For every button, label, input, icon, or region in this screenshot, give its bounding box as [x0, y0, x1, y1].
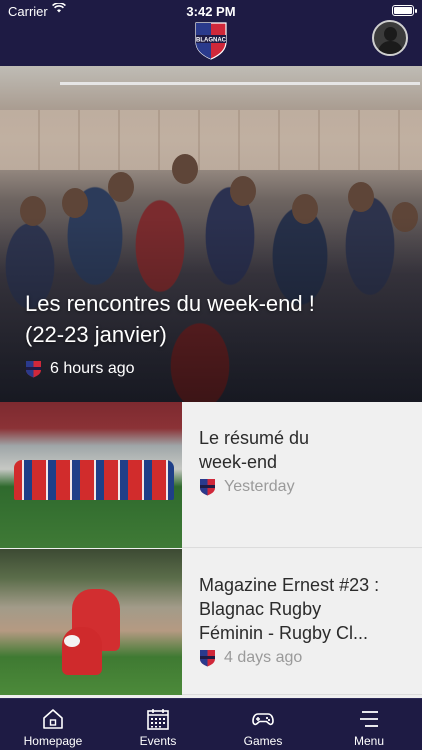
list-item[interactable]: Magazine Ernest #23 : Blagnac Rugby Fémi… [0, 549, 422, 695]
club-crest-icon [200, 479, 215, 496]
article-thumbnail [0, 402, 182, 548]
battery-icon [392, 5, 417, 16]
user-avatar-icon[interactable] [372, 20, 408, 56]
article-time: Yesterday [224, 478, 295, 495]
featured-title-line1: Les rencontres du week-end ! [25, 291, 315, 316]
article-thumbnail [0, 549, 182, 695]
app-header: Carrier 3:42 PM BLAGNAC [0, 0, 422, 66]
article-title-line1: Le résumé du [199, 428, 310, 448]
club-crest-icon [200, 650, 215, 667]
featured-title-line2: (22-23 janvier) [25, 322, 167, 347]
thumbnail-ball [64, 635, 80, 647]
tab-homepage[interactable]: Homepage [0, 699, 106, 750]
featured-article-time: 6 hours ago [50, 360, 135, 377]
tab-menu[interactable]: Menu [316, 699, 422, 750]
tab-homepage-label: Homepage [23, 734, 83, 748]
article-title-line2: week-end [199, 452, 278, 472]
featured-article[interactable]: Les rencontres du week-end ! (22-23 janv… [0, 66, 422, 402]
tab-events-label: Events [139, 734, 177, 748]
tab-bar: Homepage Events Games Menu [0, 698, 422, 750]
featured-article-title[interactable]: Les rencontres du week-end ! (22-23 janv… [25, 288, 405, 350]
tab-menu-label: Menu [353, 734, 385, 748]
gamepad-icon [252, 713, 274, 726]
article-title-line1: Magazine Ernest #23 : [199, 575, 380, 595]
tab-games-label: Games [243, 734, 283, 748]
article-meta: 4 days ago [199, 649, 302, 667]
article-title-line2: Blagnac Rugby [199, 599, 322, 619]
tab-events[interactable]: Events [105, 699, 211, 750]
hero-photo-wall [0, 110, 422, 170]
tab-games[interactable]: Games [210, 699, 316, 750]
thumbnail-team-photo [14, 460, 174, 500]
menu-icon [360, 711, 378, 727]
article-title: Le résumé du week-end [199, 426, 411, 474]
clock: 3:42 PM [186, 4, 236, 19]
club-crest-icon [26, 361, 41, 378]
crest-text: BLAGNAC [196, 38, 227, 44]
featured-article-meta: 6 hours ago [25, 359, 135, 379]
thumbnail-player [62, 627, 102, 675]
article-list: Le résumé du week-end Yesterday Magazine… [0, 402, 422, 698]
calendar-icon [147, 709, 169, 730]
article-time: 4 days ago [224, 649, 303, 666]
article-meta: Yesterday [199, 478, 295, 496]
status-bar: Carrier 3:42 PM [0, 0, 422, 22]
hero-photo-rail [60, 82, 420, 85]
home-icon [43, 709, 63, 729]
list-item[interactable]: Le résumé du week-end Yesterday [0, 402, 422, 548]
blagnac-rugby-crest-icon[interactable]: BLAGNAC [194, 20, 228, 60]
article-title: Magazine Ernest #23 : Blagnac Rugby Fémi… [199, 573, 411, 645]
article-title-line3: Féminin - Rugby Cl... [199, 623, 369, 643]
